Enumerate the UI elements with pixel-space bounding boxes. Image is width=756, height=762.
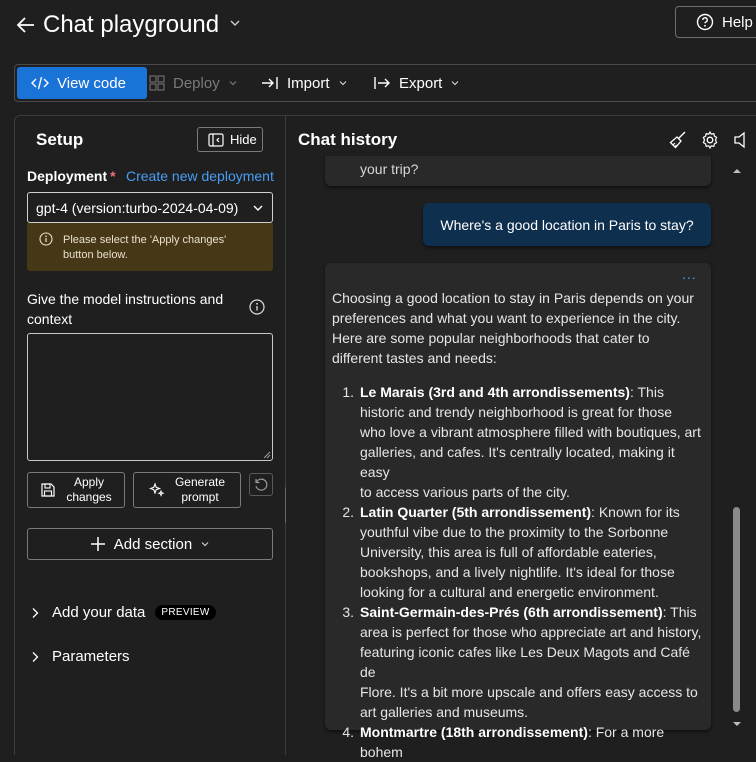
deploy-button[interactable]: Deploy xyxy=(149,65,238,101)
scroll-up-icon[interactable] xyxy=(732,166,742,176)
list-item: 3. Saint-Germain-des-Prés (6th arrondiss… xyxy=(342,604,702,720)
plus-icon xyxy=(90,536,106,552)
add-section-label: Add section xyxy=(113,535,193,553)
list-item: 1. Le Marais (3rd and 4th arrondissement… xyxy=(342,384,701,500)
speaker-icon xyxy=(732,130,752,150)
chevron-right-icon xyxy=(28,606,42,620)
export-icon xyxy=(373,76,391,90)
message-text: Where's a good location in Paris to stay… xyxy=(440,216,694,233)
parameters-label: Parameters xyxy=(52,648,130,665)
deploy-icon xyxy=(149,75,165,91)
help-button[interactable]: Help xyxy=(675,6,756,38)
page-title: Chat playground xyxy=(43,11,220,38)
chevron-down-icon[interactable] xyxy=(229,17,241,29)
export-button[interactable]: Export xyxy=(373,65,460,101)
assistant-intro-text: Choosing a good location to stay in Pari… xyxy=(332,290,694,366)
sparkle-icon xyxy=(148,482,165,498)
gear-icon xyxy=(700,130,720,150)
info-icon xyxy=(39,232,53,246)
clear-chat-button[interactable] xyxy=(668,130,688,150)
add-your-data-label: Add your data xyxy=(52,604,146,621)
preview-badge: PREVIEW xyxy=(155,605,216,620)
warning-text: Please select the 'Apply changes' button… xyxy=(63,234,227,261)
neighborhood-list: 1. Le Marais (3rd and 4th arrondissement… xyxy=(332,382,708,762)
import-icon xyxy=(261,76,279,90)
generate-prompt-label: Generate prompt xyxy=(174,475,226,504)
scroll-down-icon[interactable] xyxy=(732,719,742,729)
chat-history-title: Chat history xyxy=(298,130,398,149)
view-code-button[interactable]: View code xyxy=(17,67,147,99)
create-deployment-link[interactable]: Create new deployment xyxy=(126,168,274,184)
chevron-right-icon xyxy=(28,650,42,664)
settings-button[interactable] xyxy=(700,130,720,150)
more-options-icon[interactable]: ... xyxy=(682,266,697,282)
scrollbar-thumb[interactable] xyxy=(733,507,740,712)
speaker-button[interactable] xyxy=(732,130,752,150)
hide-panel-icon xyxy=(208,132,224,147)
import-button[interactable]: Import xyxy=(261,65,348,101)
add-your-data-accordion[interactable]: Add your data PREVIEW xyxy=(28,604,216,621)
info-icon[interactable] xyxy=(249,299,265,315)
help-icon xyxy=(696,13,714,31)
broom-icon xyxy=(668,130,688,150)
chevron-down-icon xyxy=(450,78,460,88)
parameters-accordion[interactable]: Parameters xyxy=(28,648,130,665)
reset-button[interactable] xyxy=(249,473,273,496)
chevron-down-icon xyxy=(200,539,210,549)
apply-changes-label: Apply changes xyxy=(66,475,112,504)
code-icon xyxy=(31,76,49,90)
deployment-label: Deployment * xyxy=(27,168,116,184)
chevron-down-icon xyxy=(338,78,348,88)
chevron-down-icon xyxy=(252,202,264,214)
list-item: 4. Montmartre (18th arrondissement): For… xyxy=(342,724,665,760)
apply-changes-button[interactable]: Apply changes xyxy=(27,472,125,508)
toolbar: View code Deploy Import Export xyxy=(14,64,756,102)
back-arrow-icon[interactable] xyxy=(14,13,38,37)
required-mark: * xyxy=(110,168,116,184)
resize-grip-icon[interactable] xyxy=(263,451,271,459)
hide-label: Hide xyxy=(230,132,257,147)
view-code-label: View code xyxy=(57,74,126,92)
deployment-select[interactable]: gpt-4 (version:turbo-2024-04-09) xyxy=(27,192,273,223)
export-label: Export xyxy=(399,74,443,92)
generate-prompt-button[interactable]: Generate prompt xyxy=(133,472,241,508)
instructions-textarea[interactable] xyxy=(27,333,273,461)
save-icon xyxy=(40,482,56,498)
instructions-label: Give the model instructions and context xyxy=(27,291,224,327)
user-message: Where's a good location in Paris to stay… xyxy=(423,203,711,246)
reset-icon xyxy=(253,477,269,493)
message-text: your trip? xyxy=(360,161,419,177)
deployment-value: gpt-4 (version:turbo-2024-04-09) xyxy=(36,199,239,216)
help-label: Help xyxy=(722,13,753,31)
import-label: Import xyxy=(287,74,330,92)
setup-title: Setup xyxy=(36,130,84,149)
list-item: 2. Latin Quarter (5th arrondissement): K… xyxy=(342,504,680,600)
chevron-down-icon xyxy=(228,78,238,88)
hide-button[interactable]: Hide xyxy=(197,127,263,152)
add-section-button[interactable]: Add section xyxy=(27,528,273,560)
deploy-label: Deploy xyxy=(173,74,220,92)
